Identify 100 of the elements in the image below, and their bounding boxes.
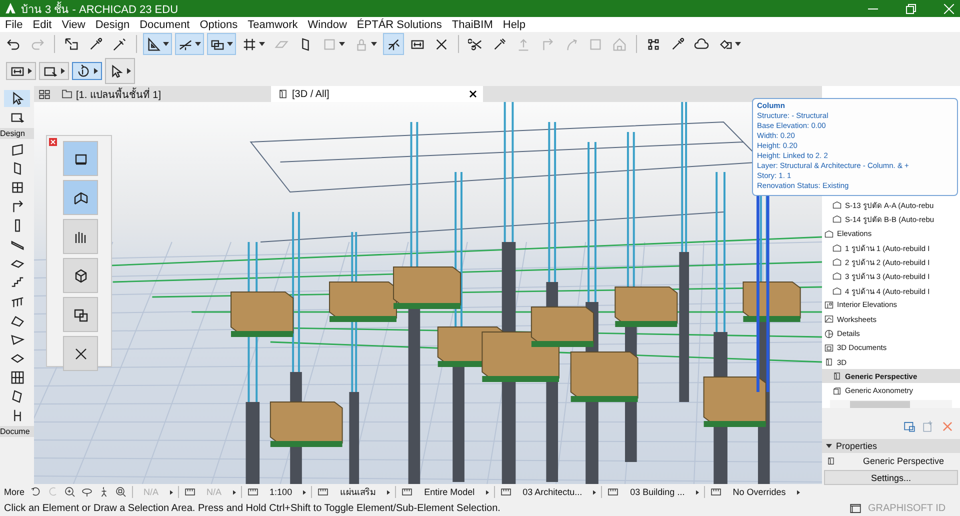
section-icon [832,271,842,282]
view-option-value[interactable]: No Overrides [726,487,792,497]
menu-item[interactable]: Window [308,18,347,30]
menu-item[interactable]: File [5,18,23,30]
app-logo-icon [4,2,17,15]
pipette-icon [670,36,685,52]
horizontal-scrollbar[interactable] [830,400,952,408]
arrow-button[interactable] [105,58,135,84]
caret-icon [127,68,131,74]
perspective-icon [832,371,842,382]
cube-button[interactable] [63,258,98,293]
walk-button[interactable] [383,33,404,55]
fit-zoom-icon[interactable] [114,486,127,498]
section-icon [832,286,842,296]
windows-icon [72,306,88,322]
detail-icon [824,328,834,339]
perspective-icon [824,357,834,368]
menu-item[interactable]: Options [200,18,238,30]
close-icon[interactable] [469,90,477,98]
cross-button[interactable] [63,336,98,371]
redo-icon [30,36,45,52]
menu-item[interactable]: View [62,18,86,30]
menu-item[interactable]: ThaiBIM [452,18,493,30]
caret-icon[interactable] [696,490,699,494]
restore-icon[interactable] [906,4,916,14]
toolbox-group-label: Docume [0,426,34,437]
nodes-icon [646,36,661,52]
menu-item[interactable]: Teamwork [248,18,298,30]
zone-icon [10,389,24,404]
worksheet-icon [824,314,834,324]
zoom-back-icon[interactable] [30,486,42,498]
floor-plan-button[interactable] [63,141,98,176]
menu-item[interactable]: Document [140,18,190,30]
menu-item[interactable]: ÉPTÁR Solutions [356,18,442,30]
tile-view-icon[interactable] [38,88,51,100]
stair-button[interactable] [63,180,98,215]
section-icon [824,228,834,239]
perspective-icon [826,456,836,466]
section-icon [832,200,842,210]
view-tab[interactable]: [3D / All] [271,86,483,102]
view-option-value[interactable]: 03 Building ... [624,487,691,497]
interior-icon [824,300,834,310]
caret-icon[interactable] [387,490,390,494]
cursor-box-icon [64,36,79,52]
snap-guide-button[interactable] [175,33,204,55]
square-icon [322,36,337,52]
menu-item[interactable]: Design [95,18,130,30]
caret-icon[interactable] [232,490,236,494]
view-name: Generic Perspective [862,456,944,466]
dimension-button[interactable] [6,62,36,80]
option-icon [184,486,196,498]
set-square-button[interactable] [143,33,172,55]
settings-button[interactable]: Settings... [824,470,958,485]
toolbox-group-label: Design [0,128,34,139]
caret-icon[interactable] [170,490,173,494]
corner-icon [540,36,555,52]
cloud-icon [694,36,709,52]
caret-icon[interactable] [593,490,596,494]
view-option-value[interactable]: 1:100 [264,487,298,497]
menu-item[interactable]: Edit [32,18,52,30]
wand-icon [492,36,507,52]
view-option-value[interactable]: แผ่นเสริม [334,485,382,499]
arrow-tool[interactable] [4,90,30,107]
orbit-button[interactable] [72,62,102,80]
caret-icon [371,42,377,46]
pipette-icon [88,36,103,52]
zoom-in-icon[interactable] [64,486,76,498]
house-icon [612,36,627,52]
window-icon [10,180,24,195]
more-label[interactable]: More [4,487,25,497]
orbit-icon[interactable] [80,486,93,498]
caret-icon [826,443,832,449]
caret-icon [259,42,265,46]
option-icon [500,486,512,498]
scissors-icon [468,36,483,52]
section-icon [832,214,842,224]
option-icon [317,486,330,498]
layers-button[interactable] [207,33,236,55]
marquee-button[interactable] [39,62,69,80]
caret-icon[interactable] [486,490,489,494]
bars-button[interactable] [63,219,98,254]
option-icon [607,486,620,498]
caret-icon [195,42,201,46]
properties-header[interactable]: Properties [822,439,960,453]
menu-item[interactable]: Help [502,18,526,30]
window-title: บ้าน 3 ชั้น - ARCHICAD 23 EDU [21,0,178,18]
axonometry-icon [832,386,842,396]
caret-icon[interactable] [796,490,800,494]
window-icon[interactable] [849,502,862,514]
view-option-value[interactable]: 03 Architectu... [516,487,588,497]
undo-icon [6,36,21,52]
caret-icon [735,42,741,46]
new-window-icon[interactable] [903,420,916,433]
view-tab[interactable]: [1. แปลนพื้นชั้นที่ 1] [55,86,267,102]
view-option-value[interactable]: Entire Model [418,487,481,497]
cross-icon [434,36,449,52]
wall-icon [10,142,24,157]
caret-icon[interactable] [303,490,306,494]
windows-button[interactable] [63,297,98,332]
option-icon [246,486,259,498]
